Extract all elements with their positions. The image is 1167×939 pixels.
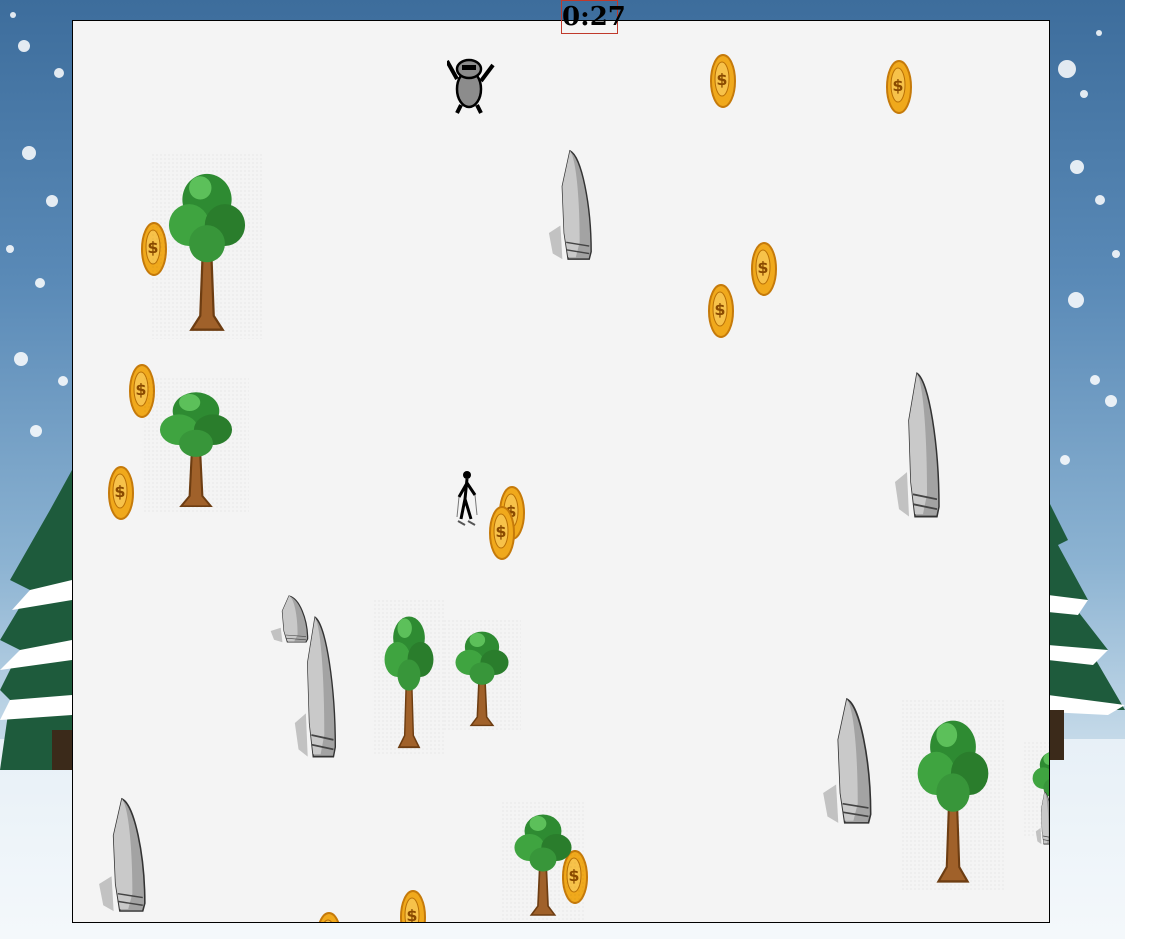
coin-icon: $ [108,466,134,520]
pine-tree-right [1048,500,1125,760]
tree-icon [143,377,249,513]
rock-icon [99,797,146,912]
rock-icon [1035,791,1049,845]
coin-icon: $ [400,890,426,923]
tree-icon [151,153,263,339]
coin-icon: $ [318,912,340,922]
tree-icon [901,699,1005,891]
tree-icon [443,619,521,731]
ski-slope-field[interactable]: $$$$$$$$$$$$ [72,20,1050,923]
game-page: 0:27 $$$$$$$$$$$$ [0,0,1167,939]
svg-text:$: $ [114,482,125,501]
svg-text:$: $ [495,522,506,541]
coin-icon: $ [708,284,734,338]
svg-text:$: $ [406,906,417,923]
rock-icon [823,697,872,824]
tree-icon [501,801,585,921]
yeti-sprite [447,58,495,114]
rock-icon [548,149,592,260]
svg-text:$: $ [716,70,727,89]
game-timer: 0:27 [561,0,626,34]
svg-text:$: $ [892,76,903,95]
rock-icon [294,616,337,758]
tree-icon [373,599,445,755]
svg-text:$: $ [714,300,725,319]
rock-icon [895,372,940,518]
pine-tree-left [0,470,72,770]
skier-player [456,471,478,526]
coin-icon: $ [710,54,736,108]
coin-icon: $ [489,506,515,560]
coin-icon: $ [886,60,912,114]
svg-text:$: $ [757,258,768,277]
coin-icon: $ [751,242,777,296]
